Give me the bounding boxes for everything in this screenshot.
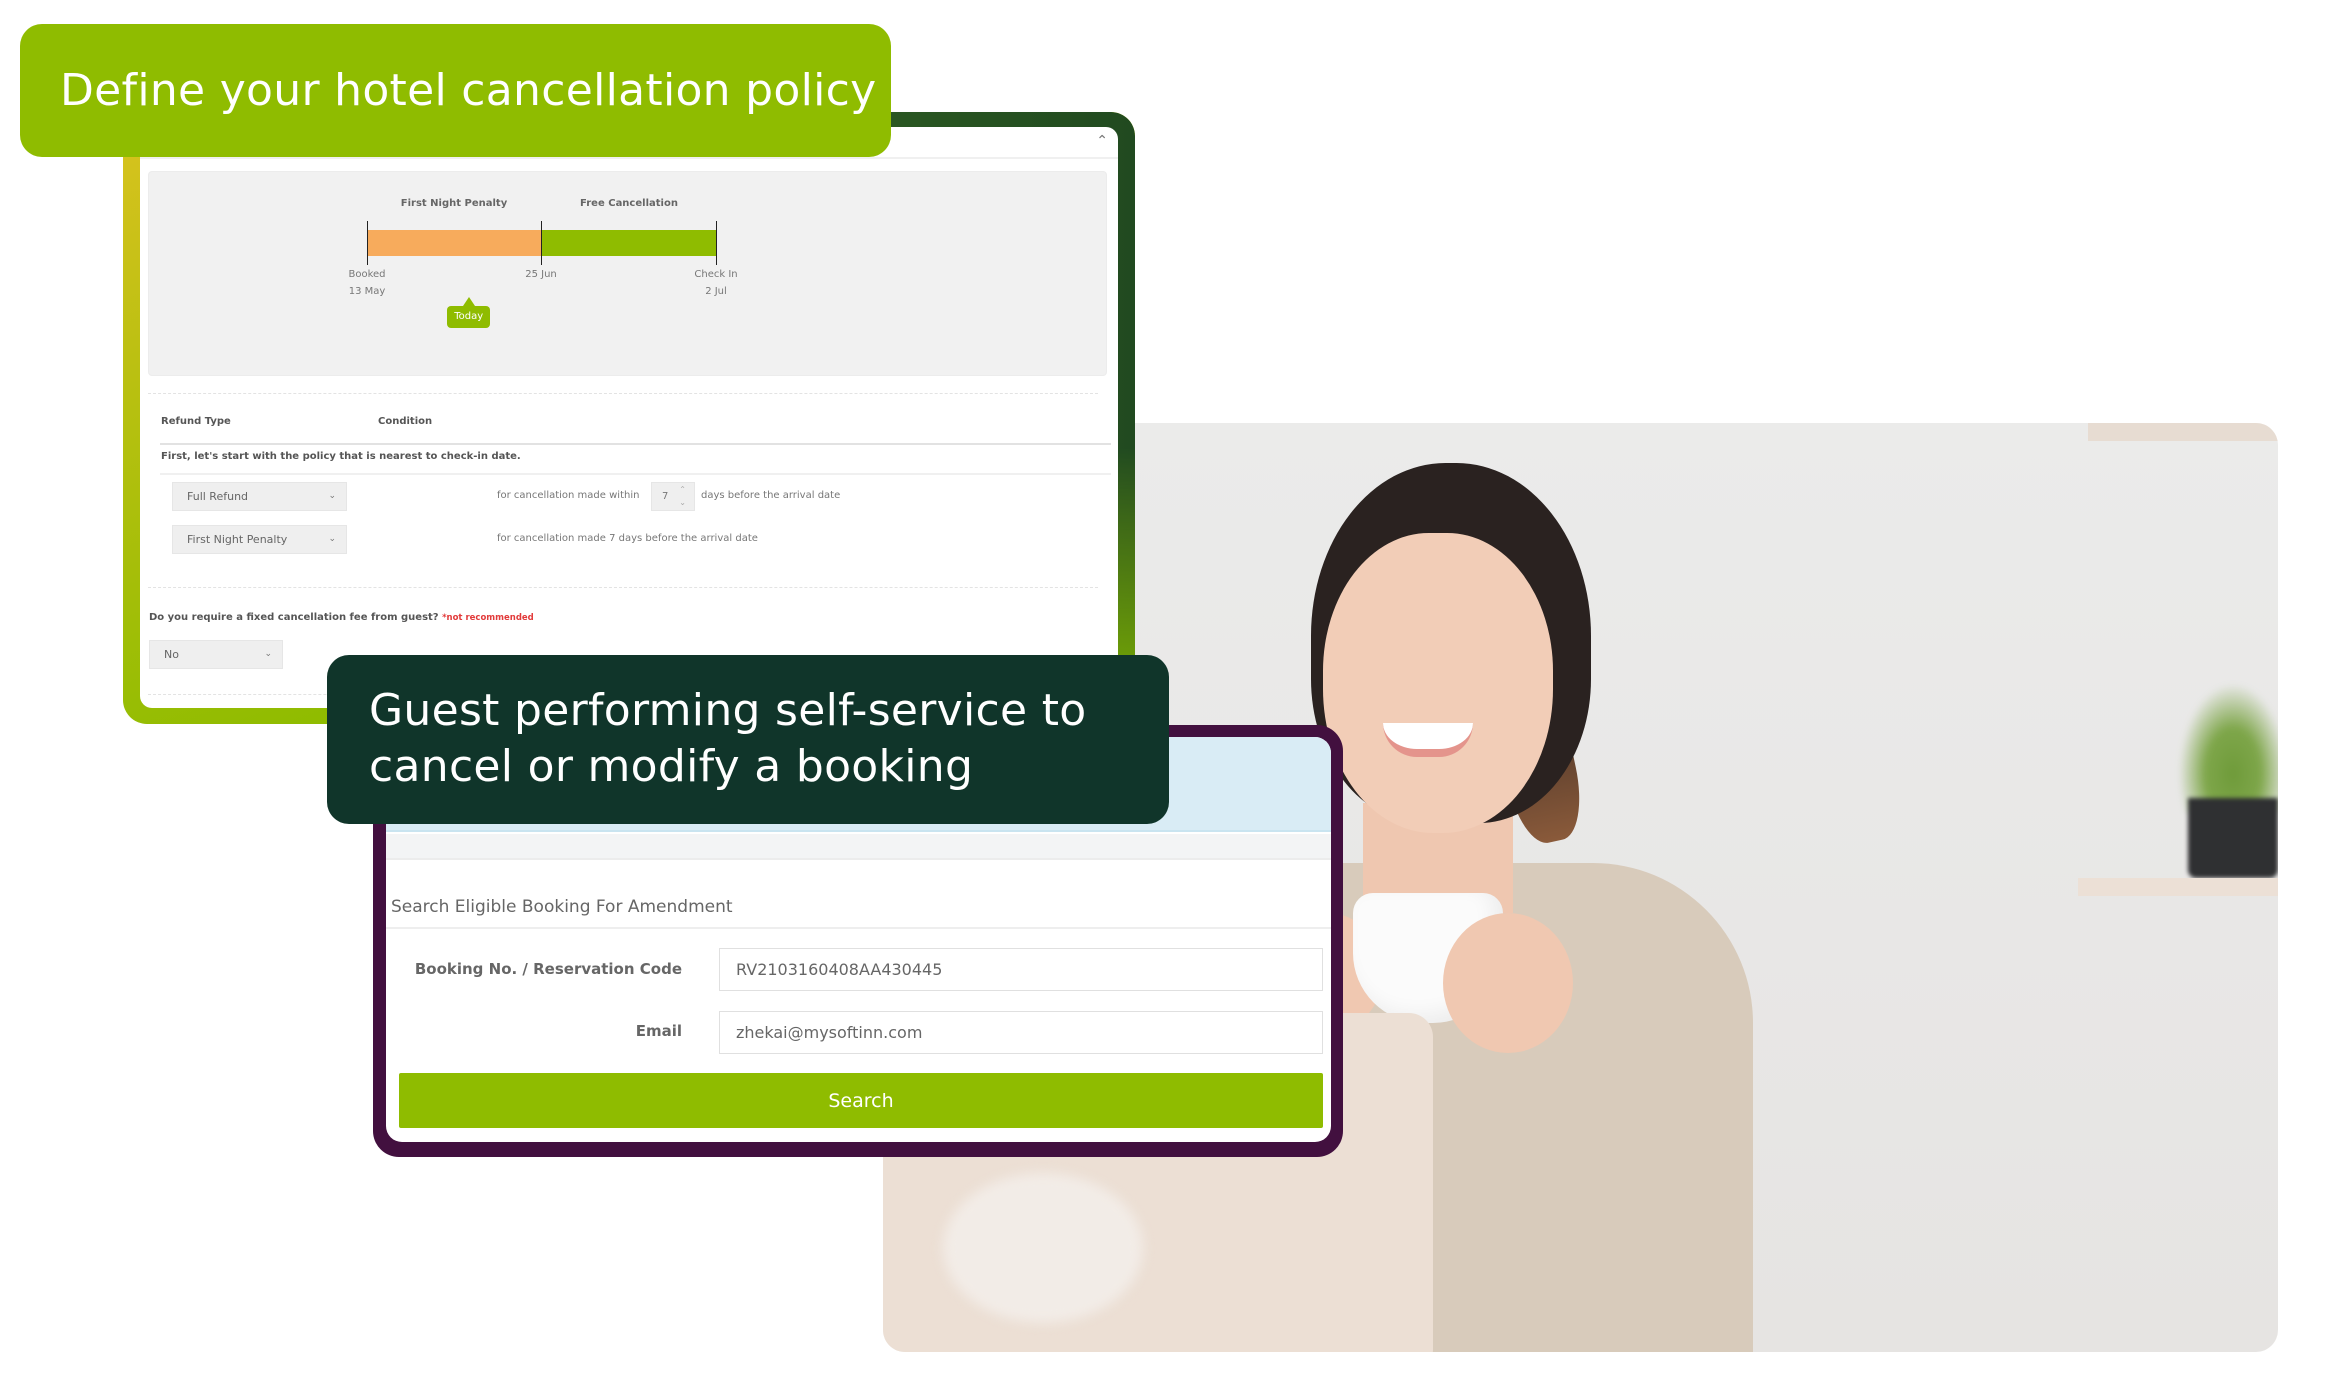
email-label: Email	[635, 1022, 682, 1040]
marker-line1: Check In	[694, 269, 738, 280]
booking-feature-label: Guest performing self-service to cancel …	[327, 655, 1169, 824]
person-right-hand	[1443, 913, 1573, 1053]
side-shelf	[2078, 878, 2278, 896]
fixed-fee-question: Do you require a fixed cancellation fee …	[149, 612, 534, 623]
fixed-fee-select[interactable]: No ⌄	[149, 640, 283, 669]
fixed-fee-question-text: Do you require a fixed cancellation fee …	[149, 612, 439, 623]
section-divider	[386, 927, 1331, 929]
table-header-line	[160, 443, 1111, 445]
marker-line1: Booked	[348, 269, 386, 280]
not-recommended-warning: *not recommended	[442, 613, 534, 623]
refund-type-header: Refund Type	[161, 416, 231, 427]
marker-line2: 2 Jul	[705, 286, 727, 297]
select-value: Full Refund	[187, 490, 249, 503]
timeline-segment-penalty	[367, 230, 541, 256]
section-title: Search Eligible Booking For Amendment	[391, 897, 733, 917]
policy-feature-label: Define your hotel cancellation policy	[20, 24, 891, 157]
plant-pot	[2188, 798, 2278, 878]
search-button[interactable]: Search	[399, 1073, 1323, 1128]
marker-line2: 13 May	[348, 286, 386, 297]
plant-leaves	[2178, 683, 2278, 813]
days-stepper[interactable]: 7 ⌃ ⌄	[651, 482, 695, 511]
booking-feature-label-line1: Guest performing self-service to	[369, 685, 1087, 736]
chevron-down-icon: ⌄	[328, 491, 336, 501]
spinner-arrows-icon[interactable]: ⌃ ⌄	[679, 483, 686, 509]
person-face	[1323, 533, 1553, 833]
condition-header: Condition	[378, 416, 433, 427]
booking-number-label: Booking No. / Reservation Code	[414, 960, 682, 978]
timeline-marker-deadline: 25 Jun	[525, 266, 557, 283]
divider	[148, 587, 1098, 588]
divider	[148, 393, 1098, 394]
timeline-tick	[541, 221, 542, 265]
days-value: 7	[662, 491, 669, 502]
timeline-segment-free	[541, 230, 716, 256]
condition-text: for cancellation made 7 days before the …	[497, 533, 758, 544]
select-value: First Night Penalty	[187, 533, 288, 546]
condition-text-prefix: for cancellation made within	[497, 490, 640, 501]
chevron-down-icon: ⌄	[264, 649, 272, 659]
laptop-logo	[943, 1173, 1143, 1323]
table-row-line	[160, 473, 1111, 475]
marker-line1: 25 Jun	[525, 269, 557, 280]
condition-text-suffix: days before the arrival date	[701, 490, 841, 501]
timeline-marker-checkin: Check In 2 Jul	[694, 266, 737, 300]
booking-panel-subheader-band	[386, 834, 1331, 860]
timeline-tick	[367, 221, 368, 265]
timeline-segment-label: Free Cancellation	[580, 198, 678, 209]
today-badge: Today	[447, 297, 491, 328]
email-input[interactable]	[719, 1011, 1323, 1054]
refund-type-select-2[interactable]: First Night Penalty ⌄	[172, 525, 347, 554]
select-value: No	[164, 648, 179, 661]
timeline-segment-label: First Night Penalty	[400, 198, 508, 209]
refund-type-select-1[interactable]: Full Refund ⌄	[172, 482, 347, 511]
timeline-tick	[716, 221, 717, 265]
shelf	[2088, 423, 2278, 441]
policy-panel: ⌃ First Night Penalty Free Cancellation …	[140, 127, 1118, 708]
policy-note: First, let's start with the policy that …	[161, 451, 521, 462]
cancellation-timeline: First Night Penalty Free Cancellation Bo…	[148, 171, 1107, 376]
booking-feature-label-line2: cancel or modify a booking	[369, 741, 974, 792]
timeline-marker-booked: Booked 13 May	[348, 266, 385, 300]
chevron-down-icon: ⌄	[328, 534, 336, 544]
policy-panel-frame: ⌃ First Night Penalty Free Cancellation …	[123, 112, 1135, 724]
booking-number-input[interactable]	[719, 948, 1323, 991]
chevron-up-icon[interactable]: ⌃	[1096, 133, 1108, 149]
